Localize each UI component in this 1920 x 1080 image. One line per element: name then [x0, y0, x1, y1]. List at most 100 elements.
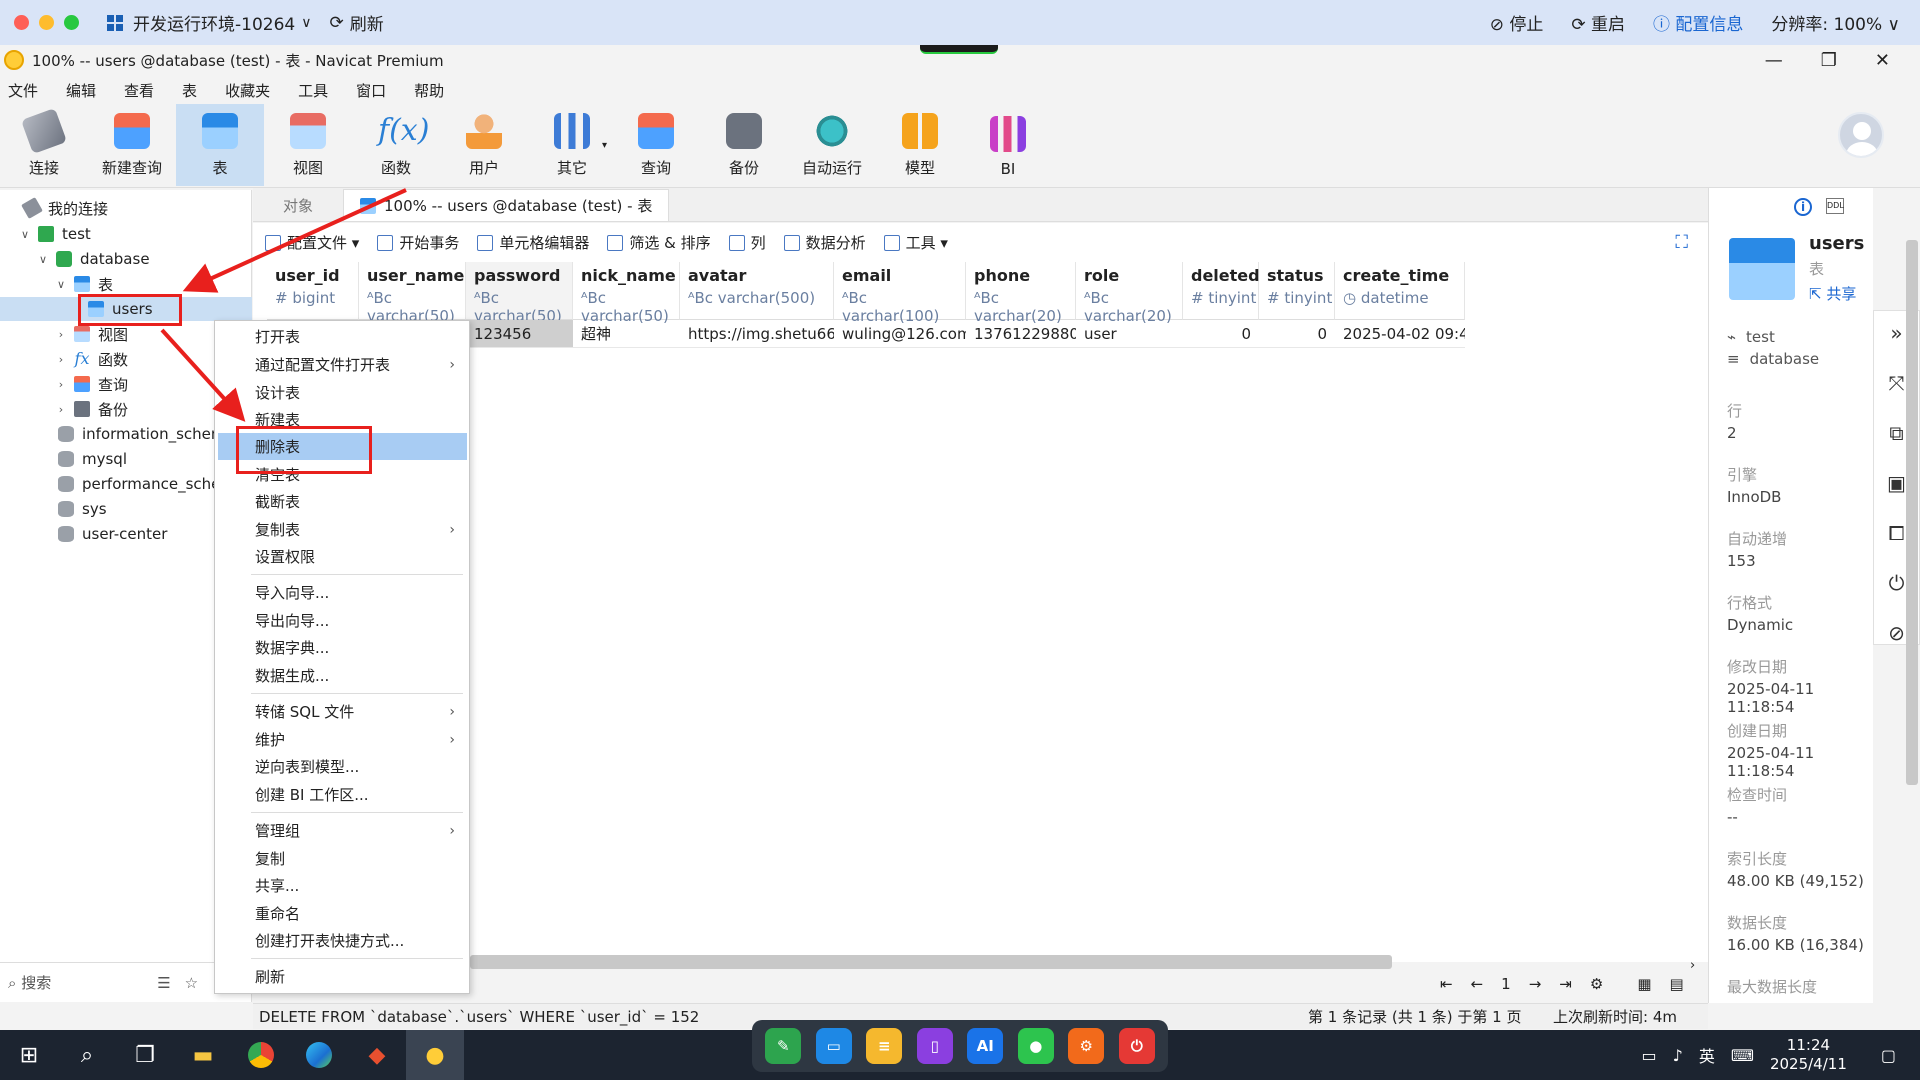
- connect-button[interactable]: 连接: [0, 104, 88, 186]
- last-page-icon[interactable]: ⇥: [1559, 975, 1572, 993]
- menu-item-permissions[interactable]: 设置权限: [215, 543, 469, 570]
- other-dropdown-icon[interactable]: ▾: [602, 140, 612, 151]
- chevron-down-icon[interactable]: ∨: [18, 228, 32, 241]
- navicat-taskbar-icon[interactable]: ●: [406, 1030, 464, 1080]
- table-cell[interactable]: user: [1076, 320, 1183, 348]
- chevron-right-icon[interactable]: ›: [54, 378, 68, 391]
- menu-item-open-with-config[interactable]: 通过配置文件打开表 ›: [215, 351, 469, 378]
- menu-item-data-dictionary[interactable]: 数据字典...: [215, 634, 469, 661]
- vertical-scrollbar[interactable]: [1906, 240, 1918, 785]
- tree-item-db[interactable]: mysql: [52, 447, 127, 471]
- clock[interactable]: 11:24 2025/4/11: [1770, 1036, 1847, 1074]
- table-cell[interactable]: 123456: [466, 320, 573, 348]
- volume-icon[interactable]: ♪: [1673, 1046, 1683, 1065]
- menu-item-truncate-table[interactable]: 截断表: [215, 488, 469, 515]
- tree-item-queries[interactable]: › 查询: [54, 372, 128, 396]
- column-header[interactable]: create_time ◷ datetime: [1335, 262, 1465, 320]
- menu-item-import-wizard[interactable]: 导入向导...: [215, 579, 469, 606]
- menu-item-duplicate-table[interactable]: 复制表 ›: [215, 516, 469, 543]
- copy-icon[interactable]: ⧠: [1889, 521, 1905, 545]
- new-query-button[interactable]: 新建查询: [88, 104, 176, 186]
- tab-objects[interactable]: 对象: [253, 189, 343, 221]
- info-icon[interactable]: i: [1794, 198, 1812, 216]
- edge-icon[interactable]: [290, 1030, 348, 1080]
- table-cell[interactable]: 0: [1259, 320, 1335, 348]
- search-icon[interactable]: ⌕: [58, 1030, 116, 1080]
- menu-item-create-shortcut[interactable]: 创建打开表快捷方式...: [215, 927, 469, 954]
- menu-item-export-wizard[interactable]: 导出向导...: [215, 607, 469, 634]
- refresh-button[interactable]: ⟳ 刷新: [329, 10, 383, 36]
- panel-icon[interactable]: ▣: [1887, 471, 1906, 495]
- menu-edit[interactable]: 编辑: [66, 80, 96, 101]
- config-file-button[interactable]: 配置文件 ▾: [265, 232, 359, 253]
- data-analysis-button[interactable]: 数据分析: [783, 232, 866, 253]
- menu-view[interactable]: 查看: [124, 80, 154, 101]
- filter-icon[interactable]: ☰: [157, 974, 170, 992]
- menu-item-data-generation[interactable]: 数据生成...: [215, 662, 469, 689]
- column-header[interactable]: user_id # bigint: [267, 262, 359, 320]
- fullscreen-icon[interactable]: ⤧: [1889, 371, 1905, 395]
- grid-view-icon[interactable]: ▦: [1637, 975, 1651, 993]
- columns-button[interactable]: 列: [728, 232, 766, 253]
- layout-icon[interactable]: ⧉: [1889, 421, 1903, 445]
- column-header[interactable]: avatar ᴬBc varchar(500): [680, 262, 834, 320]
- view-button[interactable]: 视图: [264, 104, 352, 186]
- table-cell[interactable]: 0: [1183, 320, 1259, 348]
- start-icon[interactable]: ⊞: [0, 1030, 58, 1080]
- menu-item-refresh[interactable]: 刷新: [215, 963, 469, 990]
- user-button[interactable]: 用户: [440, 104, 528, 186]
- avatar[interactable]: [1838, 112, 1884, 158]
- column-header[interactable]: nick_name ᴬBc varchar(50): [573, 262, 680, 325]
- table-cell[interactable]: wuling@126.com: [834, 320, 966, 348]
- menu-item-design-table[interactable]: 设计表: [215, 379, 469, 406]
- dock-app-settings-icon[interactable]: ⚙: [1068, 1028, 1105, 1064]
- next-page-icon[interactable]: →: [1529, 975, 1542, 993]
- close-icon[interactable]: ✕: [1875, 50, 1890, 71]
- menu-window[interactable]: 窗口: [356, 80, 386, 101]
- column-header[interactable]: password ᴬBc varchar(50): [466, 262, 573, 325]
- tab-users-table[interactable]: 100% -- users @database (test) - 表: [343, 189, 670, 221]
- cell-editor-button[interactable]: 单元格编辑器: [477, 232, 589, 253]
- tree-item-functions[interactable]: › fx 函数: [54, 347, 128, 371]
- scroll-right-icon[interactable]: ›: [1690, 958, 1695, 973]
- zoom-dot[interactable]: [64, 15, 79, 30]
- menu-item-maintain[interactable]: 维护 ›: [215, 726, 469, 753]
- task-view-icon[interactable]: ❐: [116, 1030, 174, 1080]
- file-explorer-icon[interactable]: ▬: [174, 1030, 232, 1080]
- menu-item-create-bi-workspace[interactable]: 创建 BI 工作区...: [215, 781, 469, 808]
- share-button[interactable]: ⇱ 共享: [1809, 283, 1856, 304]
- menu-item-rename[interactable]: 重命名: [215, 900, 469, 927]
- hide-eye-icon[interactable]: ⊘: [1888, 621, 1905, 645]
- dock-app-ai-icon[interactable]: AI: [967, 1028, 1004, 1064]
- menu-item-manage-group[interactable]: 管理组 ›: [215, 817, 469, 844]
- config-info-button[interactable]: ⓘ 配置信息: [1653, 10, 1743, 35]
- auto-run-button[interactable]: 自动运行: [788, 104, 876, 186]
- prev-page-icon[interactable]: ←: [1471, 975, 1484, 993]
- menu-table[interactable]: 表: [182, 80, 197, 101]
- collapse-right-icon[interactable]: »: [1890, 321, 1902, 345]
- column-header[interactable]: status # tinyint: [1259, 262, 1335, 320]
- column-header[interactable]: deleted # tinyint: [1183, 262, 1260, 320]
- restore-icon[interactable]: ❐: [1821, 50, 1837, 71]
- resolution-select[interactable]: 分辨率: 100% ∨: [1771, 10, 1900, 35]
- model-button[interactable]: 模型: [876, 104, 964, 186]
- page-number[interactable]: 1: [1501, 975, 1511, 993]
- tree-item-backups[interactable]: › 备份: [54, 397, 128, 421]
- menu-item-open-table[interactable]: 打开表: [215, 323, 469, 350]
- menu-favorites[interactable]: 收藏夹: [225, 80, 270, 101]
- begin-transaction-button[interactable]: 开始事务: [377, 232, 459, 253]
- column-header[interactable]: phone ᴬBc varchar(20): [966, 262, 1076, 325]
- menu-file[interactable]: 文件: [8, 80, 38, 101]
- minimize-dot[interactable]: [39, 15, 54, 30]
- menu-item-share[interactable]: 共享...: [215, 872, 469, 899]
- form-view-icon[interactable]: ▤: [1670, 975, 1684, 993]
- chrome-icon[interactable]: [232, 1030, 290, 1080]
- env-title[interactable]: 开发运行环境-10264: [133, 10, 295, 35]
- star-icon[interactable]: ☆: [185, 974, 198, 992]
- network-icon[interactable]: ▭: [1642, 1046, 1657, 1065]
- dock-app-sign-icon[interactable]: ✎: [765, 1028, 802, 1064]
- tree-item-db[interactable]: performance_sche: [52, 472, 220, 496]
- menu-item-reverse-to-model[interactable]: 逆向表到模型...: [215, 753, 469, 780]
- dock-app-notes-icon[interactable]: ≡: [866, 1028, 903, 1064]
- chevron-right-icon[interactable]: ›: [54, 403, 68, 416]
